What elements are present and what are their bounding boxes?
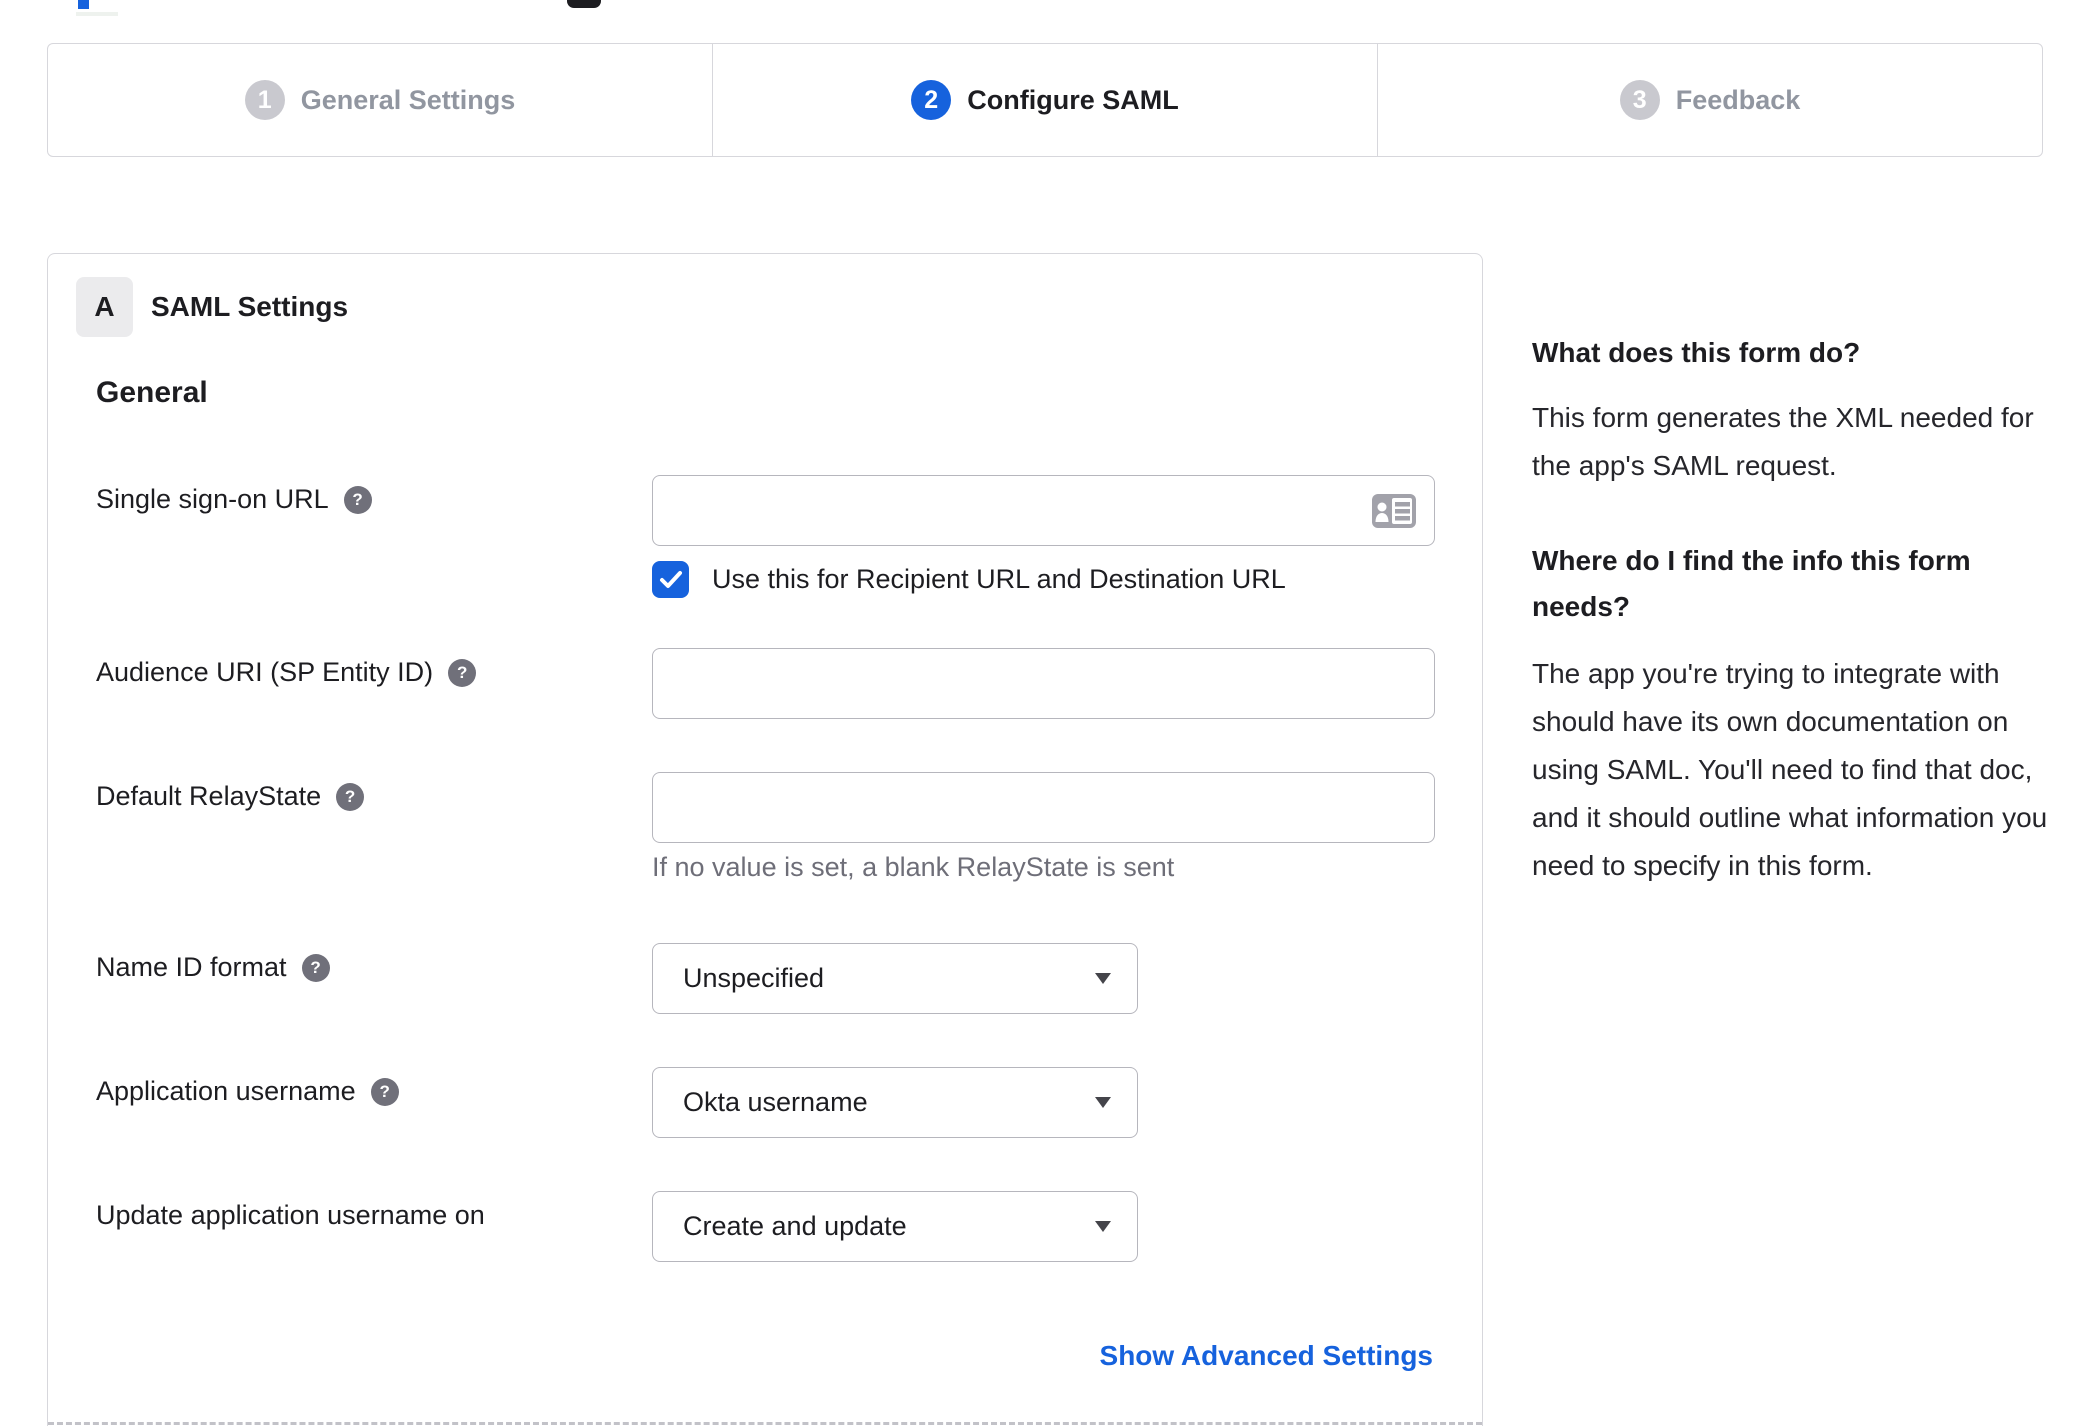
relaystate-helper-text: If no value is set, a blank RelayState i…: [652, 852, 1175, 882]
step-number-badge: 1: [244, 80, 285, 120]
general-section-heading: General: [96, 376, 208, 409]
cutoff-app-logo-fragment: [567, 0, 601, 8]
wizard-stepper: 1 General Settings 2 Configure SAML 3 Fe…: [47, 43, 2043, 157]
audience-uri-help-icon[interactable]: ?: [448, 658, 477, 687]
step-number-badge: 2: [911, 80, 952, 120]
step-configure-saml[interactable]: 2 Configure SAML: [712, 44, 1377, 156]
application-username-select[interactable]: Okta username: [652, 1067, 1138, 1138]
name-id-format-label: Name ID format ?: [96, 952, 330, 983]
help-answer-2: The app you're trying to integrate with …: [1532, 658, 2048, 881]
update-username-label: Update application username on: [96, 1200, 485, 1230]
section-a-badge: A: [76, 277, 133, 337]
default-relaystate-label: Default RelayState ?: [96, 781, 365, 812]
audience-uri-label: Audience URI (SP Entity ID) ?: [96, 657, 477, 688]
update-username-value: Create and update: [683, 1211, 907, 1241]
audience-uri-input[interactable]: [652, 648, 1435, 719]
recipient-url-checkbox[interactable]: [652, 561, 689, 598]
step-general-settings[interactable]: 1 General Settings: [48, 44, 712, 156]
name-id-format-select[interactable]: Unspecified: [652, 943, 1138, 1014]
cutoff-subtitle-fragment: [76, 12, 118, 16]
sso-url-input[interactable]: [652, 475, 1435, 546]
help-question-1: What does this form do?: [1532, 337, 1861, 368]
application-username-label: Application username ?: [96, 1076, 399, 1107]
help-panel: What does this form do? This form genera…: [1532, 330, 2048, 890]
chevron-down-icon: [1095, 1221, 1111, 1232]
application-username-help-icon[interactable]: ?: [370, 1077, 399, 1106]
chevron-down-icon: [1095, 1097, 1111, 1108]
sso-url-help-icon[interactable]: ?: [343, 485, 372, 514]
name-id-format-value: Unspecified: [683, 963, 825, 993]
name-id-format-help-icon[interactable]: ?: [301, 953, 330, 982]
panel-title: SAML Settings: [151, 291, 349, 322]
checkmark-icon: [659, 570, 682, 588]
chevron-down-icon: [1095, 973, 1111, 984]
recipient-url-checkbox-label: Use this for Recipient URL and Destinati…: [712, 564, 1286, 594]
cutoff-title-fragment: [78, 0, 89, 9]
help-answer-1: This form generates the XML needed for t…: [1532, 402, 2034, 481]
recipient-url-checkbox-row: Use this for Recipient URL and Destinati…: [652, 561, 1286, 598]
step-label: Configure SAML: [967, 84, 1179, 115]
saml-settings-panel: A SAML Settings General Single sign-on U…: [47, 253, 1483, 1426]
step-number-badge: 3: [1619, 80, 1660, 120]
update-username-select[interactable]: Create and update: [652, 1191, 1138, 1262]
section-dashed-divider: [48, 1422, 1482, 1425]
help-question-2: Where do I find the info this form needs…: [1532, 545, 1971, 622]
step-feedback[interactable]: 3 Feedback: [1377, 44, 2042, 156]
sso-url-label: Single sign-on URL ?: [96, 484, 372, 515]
default-relaystate-input[interactable]: [652, 772, 1435, 843]
default-relaystate-help-icon[interactable]: ?: [336, 782, 365, 811]
show-advanced-settings-link[interactable]: Show Advanced Settings: [1100, 1340, 1433, 1372]
application-username-value: Okta username: [683, 1087, 868, 1117]
step-label: Feedback: [1675, 84, 1801, 115]
configure-saml-page: 1 General Settings 2 Configure SAML 3 Fe…: [0, 0, 2092, 1426]
step-label: General Settings: [300, 84, 516, 115]
